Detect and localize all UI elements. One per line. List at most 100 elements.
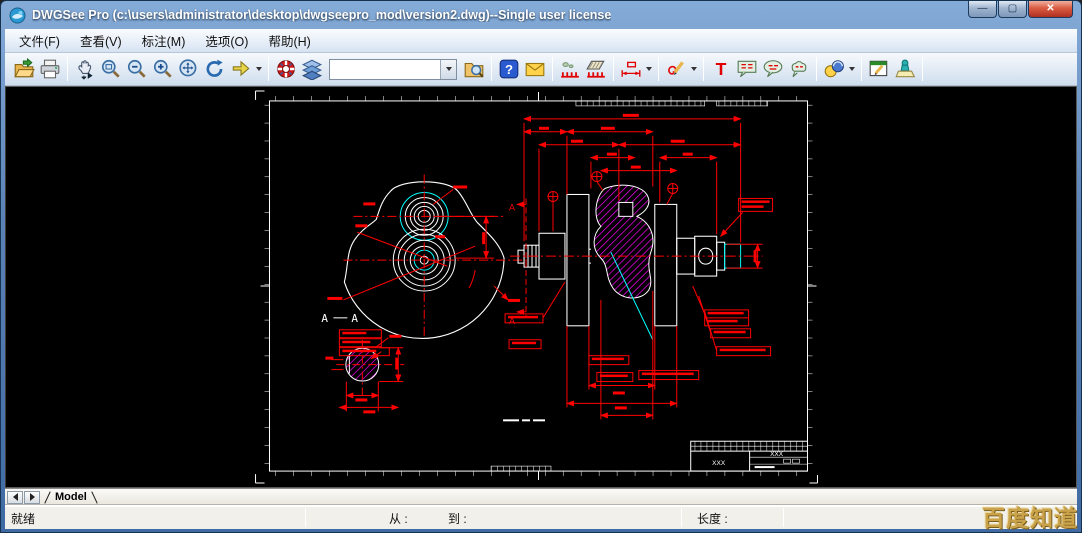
toolbar-separator	[67, 57, 68, 81]
text-markup-button[interactable]: T	[708, 56, 734, 82]
tab-edge	[44, 491, 50, 503]
toolbar-separator	[613, 57, 614, 81]
section-view: A A	[321, 312, 404, 414]
edit-note-window-icon	[868, 58, 890, 80]
freehand-pencil-icon	[665, 58, 687, 80]
open-folder-icon	[13, 58, 35, 80]
pan-hand-icon	[74, 58, 96, 80]
title-block: XXX XXX	[691, 441, 808, 471]
svg-text:XXX: XXX	[770, 451, 784, 458]
left-arrow-icon	[13, 493, 18, 501]
comment-cloud-button[interactable]	[786, 56, 812, 82]
watermark: 百度知道	[982, 499, 1078, 533]
mail-icon	[524, 58, 546, 80]
toolbar-separator	[491, 57, 492, 81]
layer-combo-dropdown[interactable]	[440, 60, 456, 79]
printer-icon	[39, 58, 61, 80]
browse-folder-icon	[463, 58, 485, 80]
measure-distance-button[interactable]	[557, 56, 583, 82]
status-bar: 就绪 从 : 到 : 长度 :	[5, 505, 1077, 529]
menu-bar: 文件(F) 查看(V) 标注(M) 选项(O) 帮助(H)	[5, 29, 1077, 53]
pan-button[interactable]	[72, 56, 98, 82]
dimension-button[interactable]	[618, 56, 644, 82]
next-page-button[interactable]	[228, 56, 254, 82]
menu-view[interactable]: 查看(V)	[70, 28, 132, 53]
next-arrow-icon	[230, 58, 252, 80]
layers-icon	[301, 58, 323, 80]
comment-rect-balloon-icon	[736, 58, 758, 80]
print-button[interactable]	[37, 56, 63, 82]
layer-combo-input[interactable]	[330, 61, 440, 78]
toolbar-separator	[816, 57, 817, 81]
publish-button[interactable]	[821, 56, 847, 82]
zoom-out-icon	[126, 58, 148, 80]
tab-model[interactable]: Model	[47, 489, 95, 505]
sheet-frame	[256, 91, 818, 483]
right-arrow-icon	[30, 493, 35, 501]
status-to-label: 到 :	[448, 510, 467, 527]
zoom-extents-icon	[178, 58, 200, 80]
layer-combobox[interactable]	[329, 59, 457, 80]
publish-dropdown[interactable]	[847, 56, 857, 82]
text-tool-icon: T	[710, 58, 732, 80]
status-from-label: 从 :	[389, 510, 408, 527]
help-icon: ?	[498, 58, 520, 80]
stamp-icon	[894, 58, 916, 80]
zoom-in-button[interactable]	[150, 56, 176, 82]
svg-text:?: ?	[505, 62, 513, 77]
browse-files-button[interactable]	[461, 56, 487, 82]
send-mail-button[interactable]	[522, 56, 548, 82]
dimension-icon	[620, 58, 642, 80]
zoom-window-button[interactable]	[98, 56, 124, 82]
svg-text:T: T	[716, 59, 727, 79]
comment-oval-balloon-icon	[762, 58, 784, 80]
measure-distance-icon	[559, 58, 581, 80]
menu-markup[interactable]: 标注(M)	[132, 28, 196, 53]
menu-help[interactable]: 帮助(H)	[258, 28, 320, 53]
drawing-canvas[interactable]: A A	[5, 86, 1077, 488]
status-separator	[783, 508, 784, 527]
stamp-button[interactable]	[892, 56, 918, 82]
tab-scroll-left-button[interactable]	[7, 491, 23, 504]
lifebuoy-icon	[275, 58, 297, 80]
help-button[interactable]: ?	[496, 56, 522, 82]
minimize-button[interactable]: —	[968, 1, 997, 18]
side-view: A A	[505, 114, 772, 419]
toolbar-separator	[861, 57, 862, 81]
measure-area-icon	[585, 58, 607, 80]
measure-area-button[interactable]	[583, 56, 609, 82]
menu-file[interactable]: 文件(F)	[9, 28, 70, 53]
notes	[503, 419, 545, 421]
toolbar: ?	[5, 53, 1077, 86]
rotate-view-button[interactable]	[202, 56, 228, 82]
cad-drawing: A A	[6, 87, 1076, 487]
status-separator	[305, 508, 306, 527]
menu-options[interactable]: 选项(O)	[195, 28, 258, 53]
zoom-out-button[interactable]	[124, 56, 150, 82]
layers-button[interactable]	[299, 56, 325, 82]
maximize-button[interactable]: ▢	[998, 1, 1027, 18]
freehand-draw-button[interactable]	[663, 56, 689, 82]
publish-icon	[823, 58, 845, 80]
next-page-dropdown[interactable]	[254, 56, 264, 82]
tab-edge	[91, 491, 97, 503]
freehand-dropdown[interactable]	[689, 56, 699, 82]
svg-text:A: A	[351, 312, 358, 325]
rotate-icon	[204, 58, 226, 80]
open-button[interactable]	[11, 56, 37, 82]
toolbar-separator	[703, 57, 704, 81]
markup-manager-button[interactable]	[273, 56, 299, 82]
tab-model-label: Model	[55, 491, 87, 503]
zoom-extents-button[interactable]	[176, 56, 202, 82]
status-ready: 就绪	[11, 510, 35, 527]
tab-scroll-right-button[interactable]	[24, 491, 40, 504]
title-bar[interactable]: DWGSee Pro (c:\users\administrator\deskt…	[1, 1, 1081, 29]
comment-box-button[interactable]	[734, 56, 760, 82]
comment-cloud-balloon-icon	[788, 58, 810, 80]
edit-note-button[interactable]	[866, 56, 892, 82]
dimension-dropdown[interactable]	[644, 56, 654, 82]
layout-tab-bar: Model	[5, 488, 1077, 505]
close-button[interactable]: ✕	[1028, 1, 1073, 18]
comment-oval-button[interactable]	[760, 56, 786, 82]
status-separator	[681, 508, 682, 527]
